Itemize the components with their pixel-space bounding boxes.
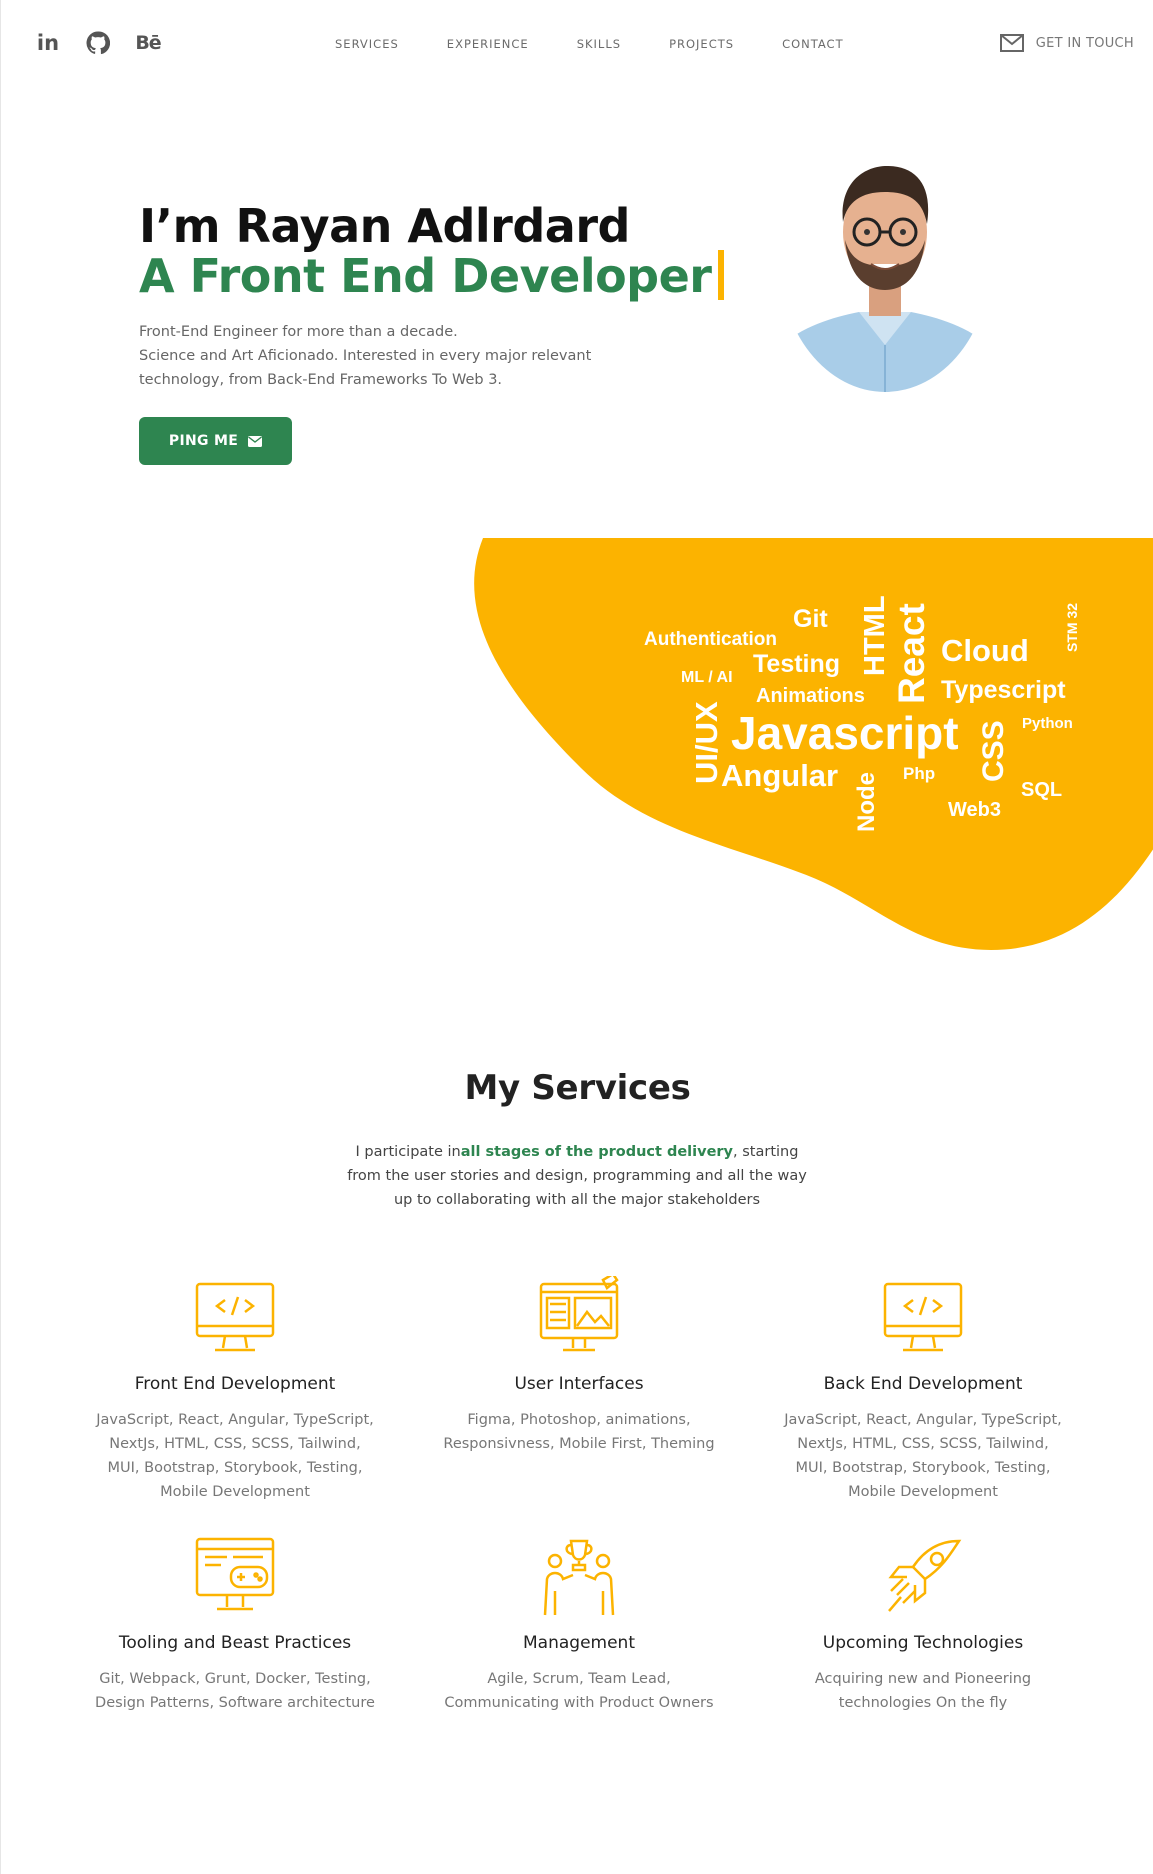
service-title: Back End Development (823, 1374, 1023, 1394)
skill-stm32: STM 32 (1064, 602, 1080, 652)
github-icon[interactable] (85, 30, 111, 56)
skill-testing: Testing (753, 650, 841, 678)
mail-icon (999, 34, 1024, 52)
skill-git: Git (793, 605, 828, 633)
service-card: Management Agile, Scrum, Team Lead, Comm… (429, 1535, 729, 1715)
site-header: in Bē SERVICES EXPERIENCE SKILLS PROJECT… (1, 0, 1153, 90)
get-in-touch-label: GET IN TOUCH (1035, 35, 1134, 51)
skill-ml-ai: ML / AI (681, 669, 733, 686)
services-intro: I participate inall stages of the produc… (347, 1140, 807, 1212)
profile-photo (779, 140, 991, 392)
skill-sql: SQL (1021, 779, 1063, 801)
skill-css: CSS (977, 720, 1010, 782)
service-card: Tooling and Beast Practices Git, Webpack… (85, 1535, 385, 1715)
skill-typescript: Typescript (941, 676, 1066, 704)
service-card: User Interfaces Figma, Photoshop, animat… (429, 1276, 729, 1456)
hero-title: I’m Rayan Adlrdard (139, 199, 630, 253)
hero-desc-line: technology, from Back-End Frameworks To … (139, 372, 503, 388)
skill-node: Node (853, 772, 880, 832)
monitor-code-icon (195, 1282, 275, 1352)
linkedin-icon[interactable]: in (35, 30, 61, 56)
nav-experience[interactable]: EXPERIENCE (447, 37, 529, 51)
ping-me-button[interactable]: PING ME (139, 417, 292, 465)
skill-authentication: Authentication (644, 629, 777, 650)
monitor-code-icon (883, 1282, 963, 1352)
service-desc: JavaScript, React, Angular, TypeScript, … (784, 1412, 1062, 1500)
behance-icon[interactable]: Bē (135, 30, 161, 56)
typing-caret (717, 250, 724, 300)
service-card: Front End Development JavaScript, React,… (85, 1276, 385, 1504)
service-desc: JavaScript, React, Angular, TypeScript, … (96, 1412, 374, 1500)
nav-skills[interactable]: SKILLS (577, 37, 621, 51)
design-monitor-icon (539, 1276, 619, 1352)
team-trophy-icon (543, 1539, 615, 1616)
service-title: Front End Development (134, 1374, 336, 1394)
get-in-touch-link[interactable]: GET IN TOUCH (999, 34, 1134, 52)
service-desc: Acquiring new and Pioneering technologie… (814, 1671, 1032, 1711)
skill-animations: Animations (756, 685, 865, 707)
skill-html: HTML (859, 595, 891, 676)
nav-services[interactable]: SERVICES (335, 37, 399, 51)
services-intro-pre: I participate in (355, 1144, 461, 1160)
service-desc: Agile, Scrum, Team Lead, Communicating w… (444, 1671, 714, 1711)
skill-python: Python (1022, 715, 1073, 732)
service-desc: Git, Webpack, Grunt, Docker, Testing, De… (95, 1671, 375, 1711)
hero-subtitle: A Front End Developer (139, 250, 724, 302)
skill-cloud: Cloud (941, 633, 1029, 668)
service-title: Tooling and Beast Practices (118, 1633, 352, 1653)
services-title: My Services (464, 1068, 691, 1108)
hero-desc-line: Science and Art Aficionado. Interested i… (139, 348, 592, 364)
hero-description: Front-End Engineer for more than a decad… (139, 320, 619, 392)
service-title: User Interfaces (514, 1374, 644, 1394)
service-card: Upcoming Technologies Acquiring new and … (773, 1535, 1073, 1715)
service-title: Upcoming Technologies (822, 1633, 1024, 1653)
rocket-icon (888, 1539, 962, 1612)
service-desc: Figma, Photoshop, animations, Responsivn… (443, 1412, 715, 1452)
skill-angular: Angular (721, 758, 839, 793)
skill-ui-ux: UI/UX (689, 701, 724, 784)
nav-contact[interactable]: CONTACT (782, 37, 844, 51)
services-intro-highlight: all stages of the product delivery (460, 1144, 734, 1160)
service-card: Back End Development JavaScript, React, … (773, 1276, 1073, 1504)
skill-web3: Web3 (948, 799, 1001, 821)
skill-javascript: Javascript (731, 707, 959, 759)
skill-react: React (891, 603, 932, 704)
envelope-icon (248, 435, 263, 447)
ping-me-label: PING ME (168, 433, 239, 449)
service-title: Management (523, 1633, 635, 1653)
gaming-monitor-icon (195, 1537, 275, 1611)
main-nav: SERVICES EXPERIENCE SKILLS PROJECTS CONT… (335, 37, 892, 51)
social-links: in Bē (35, 30, 162, 56)
hero-subtitle-text: A Front End Developer (139, 249, 712, 303)
skill-php: Php (903, 764, 936, 783)
hero-desc-line: Front-End Engineer for more than a decad… (139, 324, 458, 340)
nav-projects[interactable]: PROJECTS (669, 37, 734, 51)
